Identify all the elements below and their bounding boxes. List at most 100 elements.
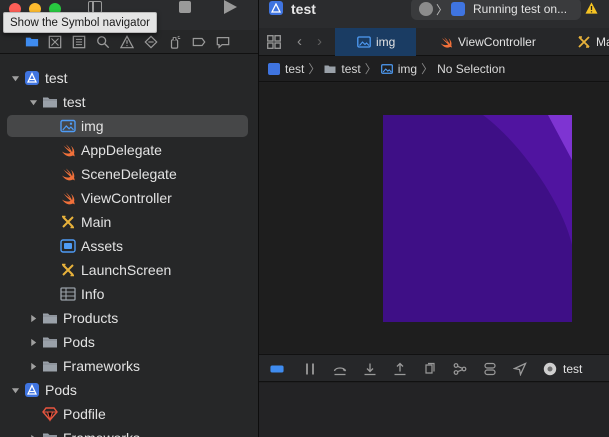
storyboard-icon xyxy=(60,214,76,230)
back-chevron-icon[interactable]: ‹ xyxy=(297,33,302,50)
activity-viewer[interactable]: 〉 Running test on... xyxy=(411,0,581,20)
tree-row-viewcontroller[interactable]: ViewController xyxy=(0,187,258,209)
disclosure-open-icon[interactable] xyxy=(10,385,20,395)
tree-row-appdelegate[interactable]: AppDelegate xyxy=(0,139,258,161)
tree-row-label: SceneDelegate xyxy=(81,166,177,182)
spray-can-icon[interactable] xyxy=(167,34,183,50)
tree-row-label: Pods xyxy=(45,382,77,398)
toggle-debug-area-icon[interactable] xyxy=(270,362,284,376)
breadcrumb: test 〉 test 〉 img 〉 No Selection xyxy=(259,56,609,82)
navigator-pane: Show the Symbol navigator test test img xyxy=(0,0,258,437)
tree-row-pods[interactable]: Pods xyxy=(0,331,258,353)
image-icon xyxy=(380,63,393,75)
device-icon[interactable] xyxy=(451,2,466,16)
tab-main[interactable]: Ma xyxy=(577,28,609,56)
tree-row-products[interactable]: Products xyxy=(0,307,258,329)
tree-row-test[interactable]: test xyxy=(0,91,258,113)
tree-row-frameworks[interactable]: Frameworks xyxy=(0,355,258,377)
tree-row-label: Podfile xyxy=(63,406,106,422)
tree-row-assets[interactable]: Assets xyxy=(0,235,258,257)
tab-viewcontroller[interactable]: ViewController xyxy=(439,28,536,56)
chevron-right-icon: 〉 xyxy=(364,62,377,76)
disclosure-closed-icon[interactable] xyxy=(28,433,38,437)
tab-label: ViewController xyxy=(458,35,536,49)
image-icon xyxy=(357,35,371,49)
tree-row-label: LaunchScreen xyxy=(81,262,172,278)
stop-icon[interactable] xyxy=(179,1,191,13)
disclosure-closed-icon[interactable] xyxy=(28,337,38,347)
tree-row-label: test xyxy=(63,94,86,110)
tree-row-pods[interactable]: Pods xyxy=(0,379,258,401)
run-icon[interactable] xyxy=(224,0,237,14)
step-over-icon[interactable] xyxy=(333,362,347,376)
environment-overrides-icon[interactable] xyxy=(483,362,497,376)
tree-row-label: Pods xyxy=(63,334,95,350)
disclosure-open-icon[interactable] xyxy=(28,97,38,107)
disclosure-open-icon[interactable] xyxy=(10,73,20,83)
swift-icon xyxy=(60,190,76,206)
disclosure-closed-icon[interactable] xyxy=(28,361,38,371)
tab-label: img xyxy=(376,35,396,49)
test-diamond-icon[interactable] xyxy=(143,34,159,50)
tree-row-podfile[interactable]: Podfile xyxy=(0,403,258,425)
swift-icon xyxy=(60,142,76,158)
source-control-icon[interactable] xyxy=(47,34,63,50)
location-icon[interactable] xyxy=(513,362,527,376)
search-icon[interactable] xyxy=(95,34,111,50)
image-preview[interactable] xyxy=(383,115,572,322)
breadcrumb-item[interactable]: img xyxy=(398,62,417,76)
tree-row-info[interactable]: Info xyxy=(0,283,258,305)
storyboard-icon xyxy=(577,35,591,49)
tree-row-frameworks[interactable]: Frameworks xyxy=(0,427,258,437)
breadcrumb-item[interactable]: test xyxy=(285,62,304,76)
tree-row-label: Products xyxy=(63,310,119,326)
step-out-icon[interactable] xyxy=(393,362,407,376)
tree-row-label: ViewController xyxy=(81,190,172,206)
tree-row-scenedelegate[interactable]: SceneDelegate xyxy=(0,163,258,185)
project-name[interactable]: test xyxy=(291,1,316,17)
tree-row-img[interactable]: img xyxy=(0,115,258,137)
breakpoint-icon[interactable] xyxy=(191,34,207,50)
tree-row-label: AppDelegate xyxy=(81,142,162,158)
image-canvas xyxy=(259,83,609,353)
disclosure-closed-icon[interactable] xyxy=(28,313,38,323)
memory-graph-icon[interactable] xyxy=(453,362,467,376)
warning-icon[interactable] xyxy=(119,34,135,50)
step-into-icon[interactable] xyxy=(363,362,377,376)
folder-icon xyxy=(42,310,58,326)
forward-chevron-icon[interactable]: › xyxy=(317,33,322,50)
tab-img[interactable]: img xyxy=(335,28,416,56)
report-icon[interactable] xyxy=(215,34,231,50)
scheme-icon[interactable] xyxy=(419,2,433,16)
editor-tab-bar: ‹ › img ViewController Ma xyxy=(259,28,609,56)
debug-target-label[interactable]: test xyxy=(563,362,582,376)
project-icon xyxy=(24,70,40,86)
breadcrumb-item[interactable]: test xyxy=(341,62,360,76)
view-hierarchy-icon[interactable] xyxy=(423,362,437,376)
editor-area: test 〉 Running test on... ‹ › img ViewCo… xyxy=(259,0,609,437)
folder-icon xyxy=(42,334,58,350)
warning-icon[interactable] xyxy=(585,2,598,14)
grid-icon[interactable] xyxy=(267,35,281,49)
tree-row-launchscreen[interactable]: LaunchScreen xyxy=(0,259,258,281)
tree-row-label: img xyxy=(81,118,104,134)
chevron-right-icon: 〉 xyxy=(308,62,321,76)
folder-icon[interactable] xyxy=(24,34,40,50)
tab-label: Ma xyxy=(596,35,609,49)
pause-icon[interactable] xyxy=(303,362,317,376)
asset-catalog-icon xyxy=(60,238,76,254)
breadcrumb-selection[interactable]: No Selection xyxy=(437,62,505,76)
scheme-icon[interactable] xyxy=(543,362,557,376)
symbol-icon[interactable] xyxy=(71,34,87,50)
tree-row-main[interactable]: Main xyxy=(0,211,258,233)
tree-row-test[interactable]: test xyxy=(0,67,258,89)
